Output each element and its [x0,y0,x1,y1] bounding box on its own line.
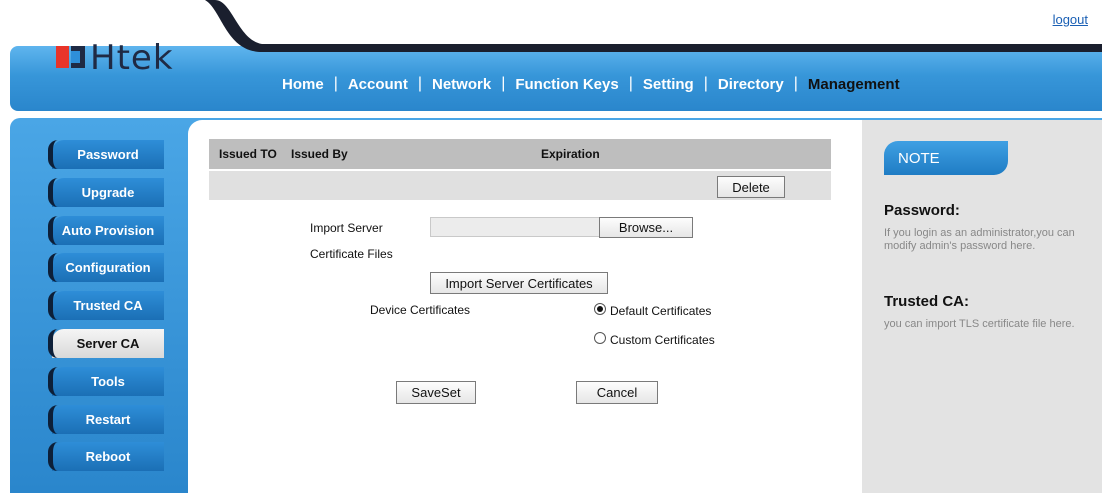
logo-text: Htek [90,38,174,78]
note-tab: NOTE [884,141,1008,175]
sidebar: Password Upgrade Auto Provision Configur… [48,140,170,480]
browse-button[interactable]: Browse... [599,217,693,238]
sidebar-item-tools[interactable]: Tools [48,366,164,396]
device-certificates-label: Device Certificates [370,303,471,317]
sidebar-item-upgrade[interactable]: Upgrade [48,177,164,207]
radio-default-certificates[interactable] [594,303,606,315]
radio-custom-certificates[interactable] [594,332,606,344]
import-label-line2: Certificate Files [310,247,393,261]
sidebar-item-restart[interactable]: Restart [48,404,164,434]
sidebar-item-configuration[interactable]: Configuration [48,253,164,283]
nav-network[interactable]: Network [422,76,501,93]
logout-link[interactable]: logout [1053,12,1088,27]
nav-account[interactable]: Account [338,76,418,93]
certificate-file-field[interactable] [430,217,600,237]
saveset-button[interactable]: SaveSet [396,381,476,404]
nav-home[interactable]: Home [272,76,334,93]
note-trusted-ca-title: Trusted CA: [884,293,970,310]
delete-button[interactable]: Delete [717,176,785,198]
nav-management[interactable]: Management [798,76,910,93]
note-password-title: Password: [884,202,960,219]
nav-setting[interactable]: Setting [633,76,704,93]
import-label-line1: Import Server [310,221,383,235]
sidebar-item-trusted-ca[interactable]: Trusted CA [48,291,164,321]
import-server-certificates-button[interactable]: Import Server Certificates [430,272,608,294]
column-issued-to: Issued TO [219,147,277,161]
sidebar-item-server-ca[interactable]: Server CA [48,328,164,358]
cancel-button[interactable]: Cancel [576,381,658,404]
column-expiration: Expiration [541,147,600,161]
column-issued-by: Issued By [291,147,348,161]
htek-logo: Htek [56,38,196,78]
nav-directory[interactable]: Directory [708,76,794,93]
note-trusted-ca-text: you can import TLS certificate file here… [884,318,1075,330]
sidebar-item-password[interactable]: Password [48,140,164,169]
sidebar-item-reboot[interactable]: Reboot [48,442,164,472]
nav-function-keys[interactable]: Function Keys [505,76,628,93]
cert-table-header: Issued TO Issued By Expiration [209,139,831,169]
note-password-text: If you login as an administrator,you can… [884,227,1075,252]
custom-certificates-label: Custom Certificates [610,333,715,347]
sidebar-item-auto-provision[interactable]: Auto Provision [48,215,164,245]
default-certificates-label: Default Certificates [610,304,712,318]
top-nav: Home | Account | Network | Function Keys… [272,72,910,96]
